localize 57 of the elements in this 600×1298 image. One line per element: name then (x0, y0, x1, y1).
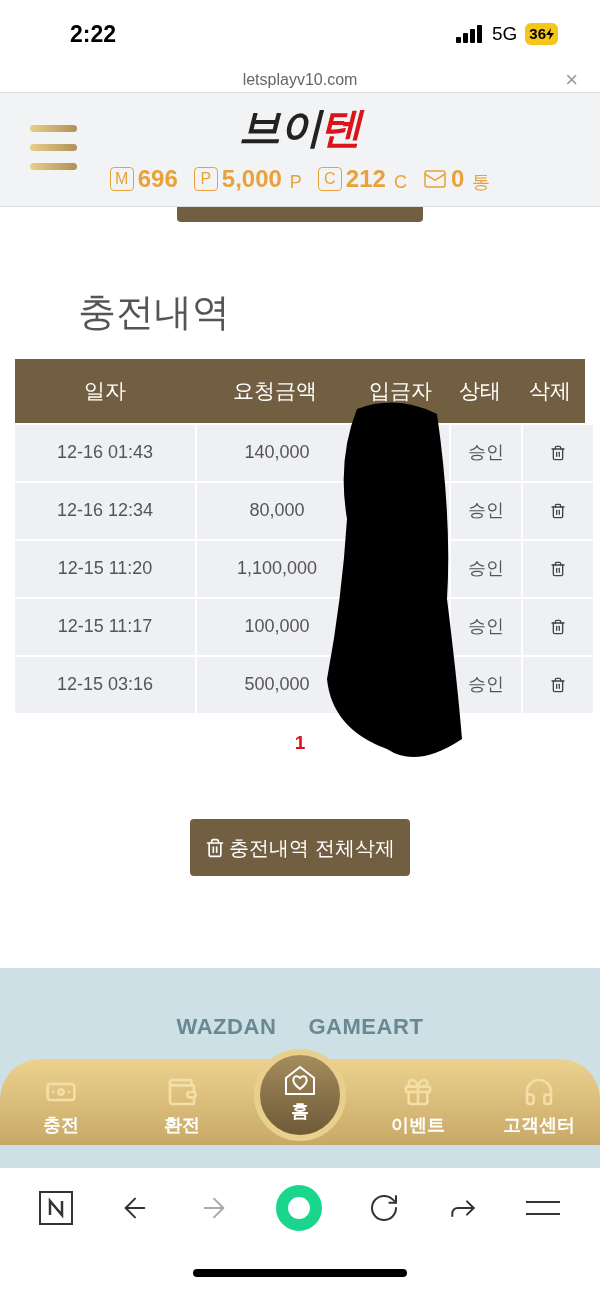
balance-value: 5,000 (221, 166, 282, 191)
balance-value: 0 (450, 166, 465, 191)
battery-indicator: 36 (525, 22, 558, 46)
table-cell: 12-15 11:20 (15, 540, 195, 597)
delete-button[interactable] (523, 656, 593, 713)
n-logo-icon[interactable] (39, 1191, 74, 1225)
table-cell: 12-15 03:16 (15, 656, 195, 713)
partner-logo: WAZDAN (176, 1016, 277, 1038)
nav-button[interactable]: 충전 (10, 1075, 111, 1139)
balance-unit: P (289, 172, 302, 191)
network-label: 5G (491, 21, 518, 46)
balance-unit: C (393, 172, 407, 191)
trash-icon (550, 560, 566, 577)
delete-button[interactable] (523, 540, 593, 597)
status-time: 2:22 (70, 19, 117, 49)
nav-button[interactable]: 환전 (132, 1075, 233, 1139)
column-header: 일자 (83, 377, 127, 404)
balance-icon: C (317, 166, 342, 191)
menu-button[interactable] (30, 124, 77, 170)
partner-logo: GAMEART (308, 1016, 424, 1038)
page-title: 충전내역 (78, 289, 231, 335)
nav-button[interactable]: 고객센터 (489, 1075, 590, 1139)
balance-value: 212 (345, 166, 386, 191)
column-header: 요청금액 (232, 377, 318, 404)
trash-icon (205, 837, 226, 858)
table-cell: 12-16 01:43 (15, 424, 195, 481)
page-link[interactable]: 1 (290, 728, 310, 757)
table-cell: 승인 (451, 598, 521, 655)
column-header: 상태 (458, 377, 502, 404)
column-header: 삭제 (528, 377, 572, 404)
home-nav-button[interactable]: 홈 (254, 1048, 346, 1141)
url-text: letsplayv10.com (242, 69, 358, 90)
close-button[interactable]: × (565, 68, 578, 91)
delete-button[interactable] (523, 482, 593, 539)
table-cell: 승인 (451, 540, 521, 597)
balance-value: 696 (137, 166, 178, 191)
trash-icon (550, 502, 566, 519)
ring-icon[interactable] (276, 1185, 322, 1231)
delete-button[interactable] (523, 424, 593, 481)
table-cell: 12-15 11:17 (15, 598, 195, 655)
table-cell: 승인 (451, 656, 521, 713)
delete-all-button[interactable]: 충전내역 전체삭제 (190, 819, 410, 876)
trash-icon (550, 618, 566, 635)
delete-button[interactable] (523, 598, 593, 655)
heart-house-icon (283, 1064, 317, 1098)
balance-unit: 통 (472, 172, 491, 191)
balance-icon: M (109, 166, 134, 191)
nav-button[interactable]: 이벤트 (367, 1075, 468, 1139)
trash-icon (550, 676, 566, 693)
table-cell: 승인 (451, 424, 521, 481)
table-cell: 승인 (451, 482, 521, 539)
table-cell: 12-16 12:34 (15, 482, 195, 539)
menu-icon[interactable] (524, 1198, 561, 1218)
column-header: 입금자 (367, 377, 433, 404)
signal-icon (455, 24, 484, 43)
trash-icon (550, 444, 566, 461)
balance-icon: P (193, 166, 218, 191)
